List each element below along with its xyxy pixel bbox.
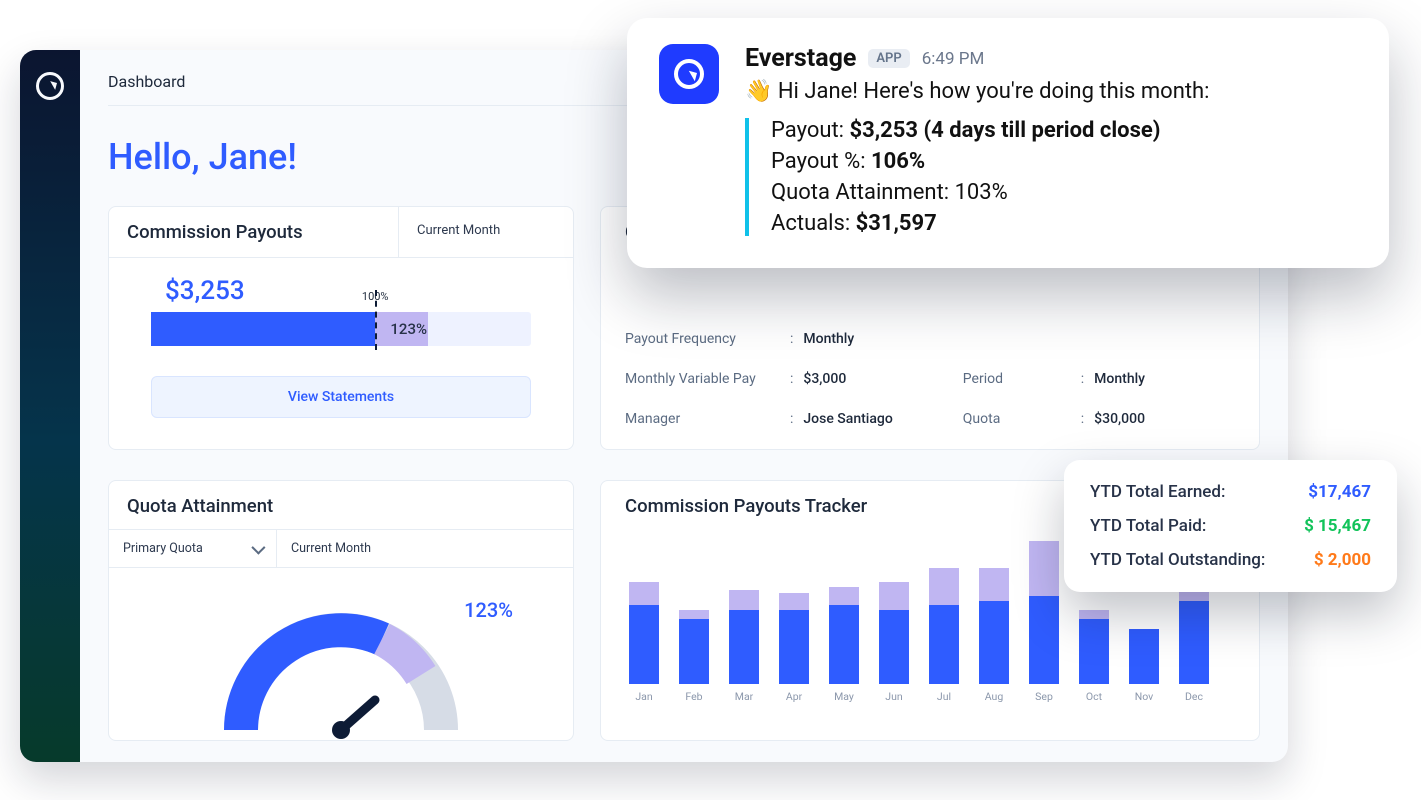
commission-amount: $3,253 [165, 276, 531, 306]
ytd-row: YTD Total Outstanding: $ 2,000 [1090, 550, 1371, 570]
nav-rail [20, 50, 80, 762]
detail-row: Quota:$30,000 [963, 411, 1145, 427]
tracker-month-label: Jan [635, 690, 652, 703]
commission-progress-bar: 100% 123% [151, 312, 531, 346]
tracker-month-label: Feb [685, 690, 702, 703]
tracker-bar: Mar [729, 590, 759, 703]
slack-greeting-line: 👋 Hi Jane! Here's how you're doing this … [745, 79, 1355, 104]
detail-row: Period:Monthly [963, 371, 1145, 387]
everstage-app-icon [659, 44, 719, 104]
tracker-bar: Oct [1079, 610, 1109, 703]
details-left-column: Payout Frequency:Monthly Monthly Variabl… [625, 331, 893, 427]
details-right-column: Period:Monthly Quota:$30,000 [963, 371, 1145, 427]
everstage-logo-icon [36, 72, 64, 100]
commission-card-title: Commission Payouts [109, 207, 398, 257]
tracker-bar: Jul [929, 568, 959, 703]
tracker-month-label: Dec [1185, 690, 1203, 703]
chevron-down-icon [251, 540, 265, 554]
tracker-month-label: Apr [786, 690, 802, 703]
tracker-month-label: Nov [1135, 690, 1154, 703]
view-statements-button[interactable]: View Statements [151, 376, 531, 418]
slack-metrics-block: Payout: $3,253 (4 days till period close… [745, 118, 1355, 236]
detail-row: Manager:Jose Santiago [625, 411, 893, 427]
tracker-bar: May [829, 587, 859, 703]
tracker-bar: Jan [629, 582, 659, 703]
detail-row: Monthly Variable Pay:$3,000 [625, 371, 893, 387]
tracker-bar: Jun [879, 582, 909, 703]
slack-timestamp: 6:49 PM [922, 49, 985, 69]
quota-gauge-chart [211, 600, 471, 740]
commission-percent: 123% [390, 320, 427, 338]
tracker-month-label: May [834, 690, 854, 703]
tracker-month-label: Jul [937, 690, 951, 703]
commission-period-select[interactable]: Current Month [398, 207, 573, 257]
tracker-month-label: Oct [1086, 690, 1102, 703]
tracker-bar: Apr [779, 593, 809, 703]
tracker-bar: Dec [1179, 573, 1209, 703]
tracker-month-label: Mar [735, 690, 753, 703]
quota-type-select[interactable]: Primary Quota [109, 530, 277, 567]
tracker-bar: Feb [679, 610, 709, 703]
slack-app-badge: APP [868, 49, 909, 68]
quota-period-select[interactable]: Current Month [277, 530, 573, 567]
tracker-month-label: Sep [1035, 690, 1053, 703]
slack-app-name: Everstage [745, 44, 856, 73]
tracker-month-label: Aug [985, 690, 1003, 703]
tracker-bar: Aug [979, 568, 1009, 703]
tracker-month-label: Jun [885, 690, 902, 703]
detail-row: Payout Frequency:Monthly [625, 331, 893, 347]
quota-card-title: Quota Attainment [109, 481, 573, 529]
ytd-row: YTD Total Earned: $17,467 [1090, 482, 1371, 502]
quota-select-label: Primary Quota [123, 541, 203, 556]
tracker-bar: Sep [1029, 541, 1059, 703]
slack-notification-card: Everstage APP 6:49 PM 👋 Hi Jane! Here's … [627, 18, 1389, 268]
tracker-bar: Nov [1129, 629, 1159, 704]
quota-attainment-card: Quota Attainment Primary Quota Current M… [108, 480, 574, 741]
ytd-row: YTD Total Paid: $ 15,467 [1090, 516, 1371, 536]
commission-payouts-card: Commission Payouts Current Month $3,253 … [108, 206, 574, 450]
ytd-summary-card: YTD Total Earned: $17,467 YTD Total Paid… [1064, 460, 1397, 592]
quota-percent: 123% [464, 598, 513, 622]
